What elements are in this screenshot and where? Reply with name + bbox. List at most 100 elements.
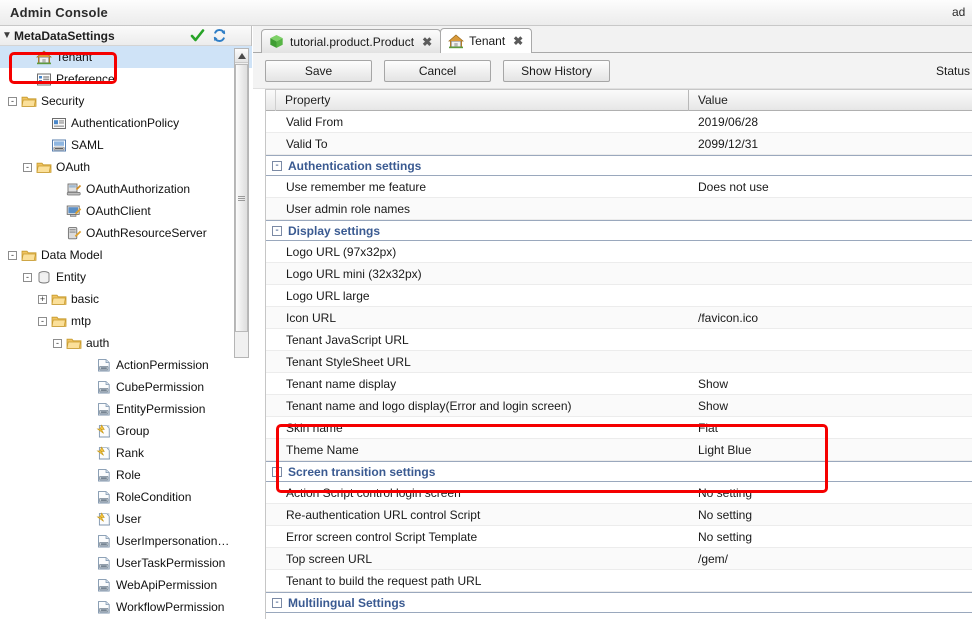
table-row[interactable]: Icon URL/favicon.ico [266, 307, 972, 329]
chevron-down-icon[interactable]: ▼ [0, 30, 14, 41]
table-row[interactable]: Action Script control login screen No set… [266, 482, 972, 504]
tree-node-saml[interactable]: SAML [0, 134, 252, 156]
collapse-icon[interactable]: - [8, 96, 17, 106]
property-value-cell[interactable]: /gem/ [689, 552, 972, 566]
tree-node-tenant[interactable]: Tenant [0, 46, 252, 68]
collapse-icon[interactable]: - [272, 160, 282, 171]
collapse-icon[interactable]: - [272, 597, 282, 608]
property-grid[interactable]: Property Value Valid From 2019/06/28 Valid… [265, 89, 972, 619]
collapse-icon[interactable]: - [272, 225, 282, 236]
table-row[interactable]: Theme Name Light Blue [266, 439, 972, 461]
tree-node-usertaskpermission[interactable]: UserTaskPermission [0, 552, 252, 574]
tree-scrollbar[interactable] [234, 48, 249, 358]
close-icon[interactable]: ✖ [422, 36, 432, 48]
tenant-editor-pane: Save Cancel Show History Status Property… [253, 53, 972, 619]
tree-node-user[interactable]: User [0, 508, 252, 530]
show-history-button[interactable]: Show History [503, 59, 610, 82]
cancel-button[interactable]: Cancel [384, 59, 491, 82]
editor-tab-tutorial-product-product[interactable]: tutorial.product.Product ✖ [261, 29, 442, 53]
tree-node-mtp[interactable]: - mtp [0, 310, 252, 332]
property-value-cell[interactable]: /favicon.ico [689, 311, 972, 325]
tree-node-preference[interactable]: Preference [0, 68, 252, 90]
property-value-cell[interactable]: No setting [689, 486, 972, 500]
home-icon [448, 34, 465, 49]
property-value-cell[interactable]: No setting [689, 530, 972, 544]
property-value-cell[interactable]: Flat [689, 421, 972, 435]
tree-node-entitypermission[interactable]: EntityPermission [0, 398, 252, 420]
tree-node-userimpersonation[interactable]: UserImpersonation… [0, 530, 252, 552]
tree-scrollbar-thumb[interactable] [235, 64, 248, 332]
tree-node-auth[interactable]: - auth [0, 332, 252, 354]
tree-node-oauthauthorization[interactable]: OAuthAuthorization [0, 178, 252, 200]
property-value-cell[interactable]: Show [689, 399, 972, 413]
collapse-icon[interactable]: - [8, 250, 17, 260]
tree-node-oauthresourceserver[interactable]: OAuthResourceServer [0, 222, 252, 244]
tree-node-group[interactable]: Group [0, 420, 252, 442]
table-row[interactable]: Logo URL (97x32px) [266, 241, 972, 263]
metadata-tree[interactable]: Tenant Preference - Security AuthenticationP… [0, 46, 252, 619]
tree-node-rank[interactable]: Rank [0, 442, 252, 464]
property-group-row[interactable]: - Display settings [266, 220, 972, 241]
collapse-icon[interactable]: - [23, 162, 32, 172]
property-value-cell[interactable]: Light Blue [689, 443, 972, 457]
collapse-icon[interactable]: - [272, 466, 282, 477]
close-icon[interactable]: ✖ [513, 35, 523, 47]
tree-node-basic[interactable]: + basic [0, 288, 252, 310]
table-row[interactable]: Logo URL mini (32x32px) [266, 263, 972, 285]
property-group-row[interactable]: - Multilingual Settings [266, 592, 972, 613]
check-icon[interactable] [190, 28, 205, 43]
table-row[interactable]: Error screen control Script Template No s… [266, 526, 972, 548]
tree-node-oauthclient[interactable]: OAuthClient [0, 200, 252, 222]
scroll-up-icon[interactable] [235, 49, 248, 63]
tree-node-authenticationpolicy[interactable]: AuthenticationPolicy [0, 112, 252, 134]
collapse-icon[interactable]: - [38, 316, 47, 326]
table-row[interactable]: Tenant name display Show [266, 373, 972, 395]
property-value-cell[interactable]: No setting [689, 508, 972, 522]
entity-doc-icon [96, 468, 112, 483]
property-value-cell[interactable]: 2099/12/31 [689, 137, 972, 151]
tree-node-security[interactable]: - Security [0, 90, 252, 112]
tree-node-cubepermission[interactable]: CubePermission [0, 376, 252, 398]
tree-node-entity[interactable]: - Entity [0, 266, 252, 288]
tree-node-data-model[interactable]: - Data Model [0, 244, 252, 266]
collapse-icon[interactable]: - [53, 338, 62, 348]
table-row[interactable]: Valid To 2099/12/31 [266, 133, 972, 155]
property-group-row[interactable]: - Authentication settings [266, 155, 972, 176]
property-value-cell[interactable]: Does not use [689, 180, 972, 194]
editor-tabstrip[interactable]: tutorial.product.Product ✖ Tenant ✖ [253, 26, 972, 53]
table-row[interactable]: Tenant to build the request path URL [266, 570, 972, 592]
tree-node-rolecondition[interactable]: RoleCondition [0, 486, 252, 508]
save-button[interactable]: Save [265, 59, 372, 82]
property-value-cell[interactable]: Show [689, 377, 972, 391]
tree-node-actionpermission[interactable]: ActionPermission [0, 354, 252, 376]
property-group-row[interactable]: - Screen transition settings [266, 461, 972, 482]
tree-node-label: OAuthResourceServer [86, 226, 207, 240]
table-row[interactable]: Use remember me feature Does not use [266, 176, 972, 198]
table-row[interactable]: Logo URL large [266, 285, 972, 307]
table-row[interactable]: Valid From 2019/06/28 [266, 111, 972, 133]
table-row[interactable]: Tenant name and logo display(Error and l… [266, 395, 972, 417]
property-value-cell[interactable]: 2019/06/28 [689, 115, 972, 129]
table-row[interactable]: User admin role names [266, 198, 972, 220]
table-row[interactable]: Top screen URL/gem/ [266, 548, 972, 570]
column-header-value[interactable]: Value [689, 90, 972, 111]
expand-icon[interactable]: + [38, 294, 47, 304]
table-row[interactable]: Skin name Flat [266, 417, 972, 439]
collapse-icon[interactable]: - [23, 272, 32, 282]
editor-tab-tenant[interactable]: Tenant ✖ [440, 28, 533, 53]
table-row[interactable]: Tenant JavaScript URL [266, 329, 972, 351]
tree-node-workflowpermission[interactable]: WorkflowPermission [0, 596, 252, 618]
refresh-icon[interactable] [212, 28, 227, 43]
column-header-property[interactable]: Property [276, 90, 689, 111]
tab-label: Tenant [469, 34, 506, 48]
table-row[interactable]: Tenant StyleSheet URL [266, 351, 972, 373]
tree-node-role[interactable]: Role [0, 464, 252, 486]
tree-node-webapipermission[interactable]: WebApiPermission [0, 574, 252, 596]
table-row[interactable]: Re-authentication URL control Script No s… [266, 504, 972, 526]
policy-icon [51, 116, 67, 131]
tree-node-oauth[interactable]: - OAuth [0, 156, 252, 178]
